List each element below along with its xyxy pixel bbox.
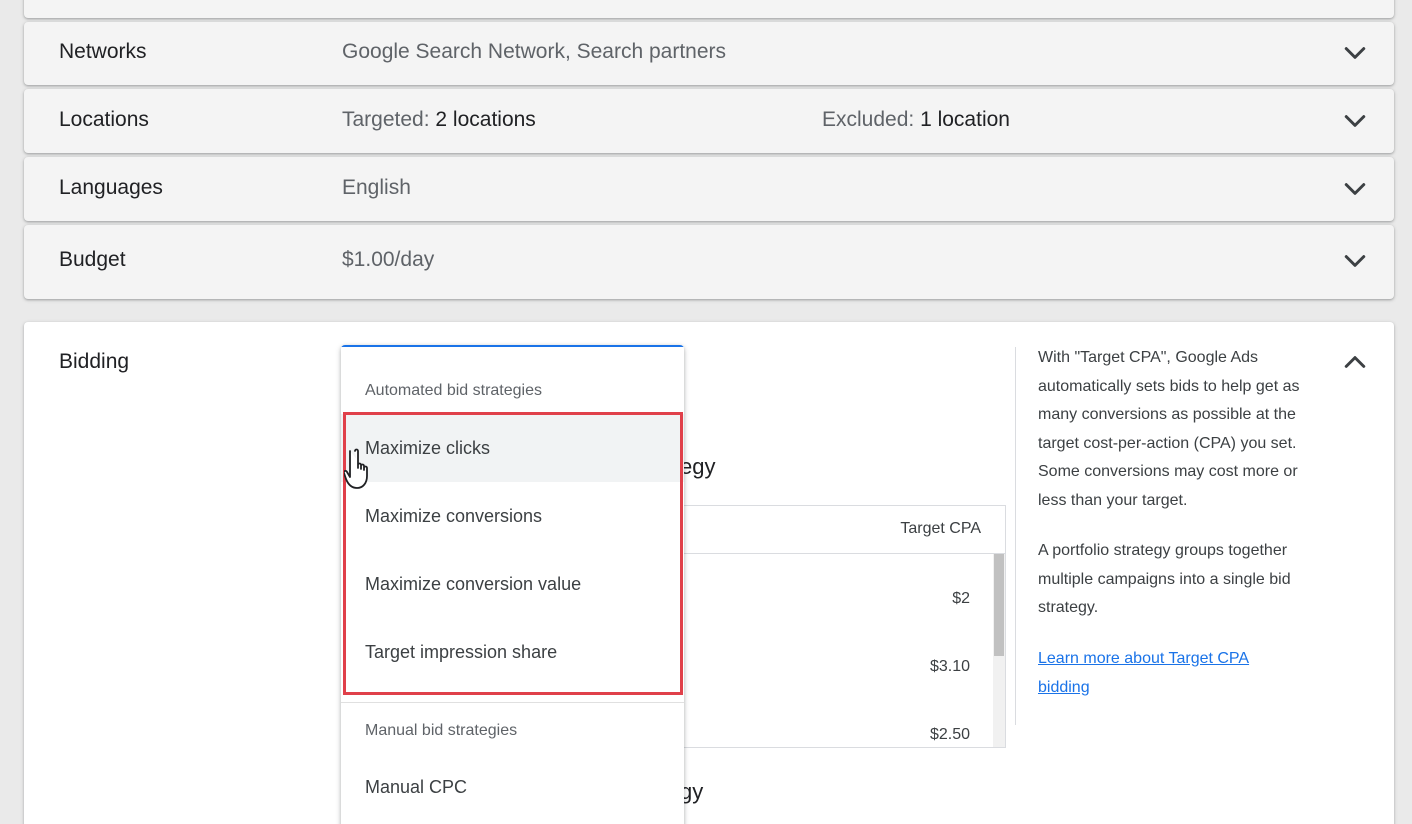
locations-label: Locations bbox=[59, 108, 149, 131]
targeted-label: Targeted: bbox=[342, 108, 430, 131]
table-header-divider bbox=[662, 553, 1005, 554]
option-target-impression-share[interactable]: Target impression share bbox=[341, 618, 684, 686]
chevron-down-icon[interactable] bbox=[1340, 38, 1370, 68]
budget-value: $1.00/day bbox=[342, 248, 435, 271]
chevron-up-icon[interactable] bbox=[1340, 347, 1370, 377]
locations-targeted: Targeted: 2 locations bbox=[342, 108, 536, 132]
locations-row[interactable]: Locations Targeted: 2 locations Excluded… bbox=[24, 89, 1394, 153]
help-divider bbox=[1015, 347, 1016, 725]
option-maximize-clicks[interactable]: Maximize clicks bbox=[341, 414, 684, 482]
chevron-down-icon[interactable] bbox=[1340, 174, 1370, 204]
help-paragraph-2: A portfolio strategy groups together mul… bbox=[1038, 542, 1291, 616]
chevron-down-icon[interactable] bbox=[1340, 246, 1370, 276]
help-link-wrapper: Learn more about Target CPA bidding bbox=[1038, 645, 1288, 702]
automated-strategies-header: Automated bid strategies bbox=[365, 382, 542, 399]
chevron-down-icon[interactable] bbox=[1340, 106, 1370, 136]
previous-section-panel bbox=[24, 0, 1394, 18]
table-cell: $3.10 bbox=[929, 658, 970, 675]
bid-strategy-dropdown: Automated bid strategies Maximize clicks… bbox=[341, 345, 684, 824]
budget-row[interactable]: Budget $1.00/day bbox=[24, 225, 1394, 299]
languages-value: English bbox=[342, 176, 411, 199]
networks-row[interactable]: Networks Google Search Network, Search p… bbox=[24, 22, 1394, 85]
option-manual-cpc[interactable]: Manual CPC bbox=[341, 753, 684, 821]
hand-pointer-icon bbox=[342, 447, 380, 493]
dropdown-accent-line bbox=[341, 345, 684, 347]
option-maximize-conversions[interactable]: Maximize conversions bbox=[341, 482, 684, 550]
target-cpa-table: Target CPA $2 $3.10 $2.50 bbox=[661, 505, 1006, 748]
dropdown-divider bbox=[341, 702, 684, 703]
bid-strategy-heading-partial: egy bbox=[680, 454, 716, 479]
networks-value: Google Search Network, Search partners bbox=[342, 40, 727, 63]
bidding-section: Bidding egy gy Target CPA $2 $3.10 $2.50… bbox=[24, 322, 1394, 824]
budget-label: Budget bbox=[59, 248, 126, 271]
option-maximize-conversion-value[interactable]: Maximize conversion value bbox=[341, 550, 684, 618]
languages-row[interactable]: Languages English bbox=[24, 157, 1394, 221]
help-paragraph-1: With "Target CPA", Google Ads automatica… bbox=[1038, 349, 1300, 509]
languages-label: Languages bbox=[59, 176, 163, 199]
locations-excluded: Excluded: 1 location bbox=[822, 108, 1010, 132]
targeted-value: 2 locations bbox=[435, 108, 536, 131]
networks-label: Networks bbox=[59, 40, 147, 63]
table-cell: $2.50 bbox=[929, 726, 970, 743]
excluded-value: 1 location bbox=[920, 108, 1010, 131]
bidding-label: Bidding bbox=[59, 350, 130, 373]
table-scrollbar-thumb[interactable] bbox=[994, 554, 1004, 656]
learn-more-link[interactable]: Learn more about Target CPA bidding bbox=[1038, 650, 1249, 696]
target-cpa-header: Target CPA bbox=[900, 520, 981, 537]
table-cell: $2 bbox=[952, 590, 970, 607]
manual-strategies-header: Manual bid strategies bbox=[365, 722, 518, 739]
excluded-label: Excluded: bbox=[822, 108, 915, 131]
